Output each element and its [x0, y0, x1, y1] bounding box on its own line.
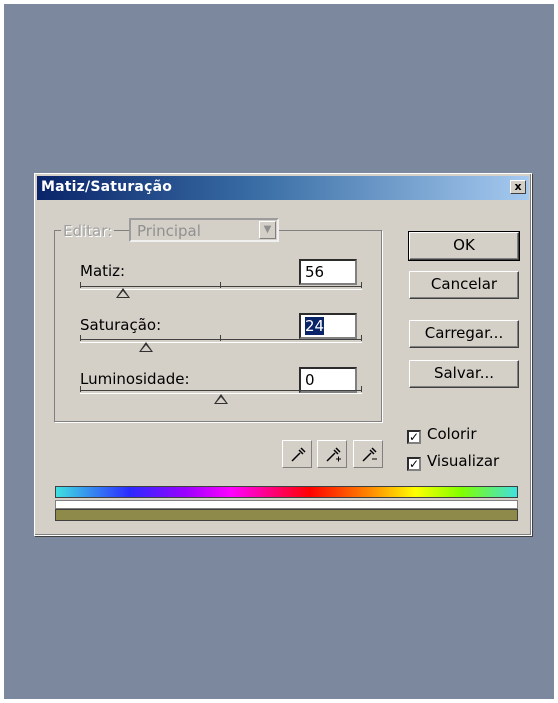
hue-slider-tick [361, 282, 362, 288]
checkmark-icon: ✓ [407, 457, 421, 471]
chevron-down-icon[interactable]: ▼ [259, 221, 276, 239]
lightness-slider-tick [361, 386, 362, 392]
dialog-title: Matiz/Saturação [41, 179, 173, 195]
saturation-slider-tick [361, 335, 362, 341]
save-button[interactable]: Salvar... [409, 360, 519, 388]
preview-checkbox[interactable]: ✓ Visualizar [407, 452, 499, 471]
eyedropper-minus-icon [362, 447, 377, 462]
hue-slider-tick [220, 282, 221, 288]
ramp-separator [55, 500, 518, 509]
saturation-input[interactable]: 24 [299, 313, 357, 339]
saturation-slider-track[interactable] [80, 339, 362, 343]
lightness-slider-tick [80, 386, 81, 392]
title-bar[interactable]: Matiz/Saturação x [37, 176, 529, 200]
ok-button[interactable]: OK [408, 231, 520, 261]
preview-label: Visualizar [427, 452, 500, 470]
saturation-label: Saturação: [80, 316, 162, 334]
hue-saturation-dialog: Matiz/Saturação x Editar: Principal ▼ Ma… [34, 173, 532, 536]
eyedropper-add-button[interactable] [317, 440, 347, 468]
checkmark-icon: ✓ [407, 430, 421, 444]
lightness-label: Luminosidade: [80, 370, 190, 388]
source-color-ramp [55, 486, 518, 498]
edit-label: Editar: [61, 222, 115, 240]
hue-label: Matiz: [80, 262, 126, 280]
colorize-checkbox[interactable]: ✓ Colorir [407, 425, 477, 444]
eyedropper-subtract-button[interactable] [353, 440, 383, 468]
saturation-slider-tick [80, 335, 81, 341]
edit-dropdown-value: Principal [137, 222, 201, 240]
hue-slider-thumb[interactable] [116, 288, 130, 298]
load-button[interactable]: Carregar... [409, 320, 519, 348]
eyedropper-icon [291, 447, 306, 462]
edit-dropdown[interactable]: Principal ▼ [129, 218, 279, 242]
cancel-button[interactable]: Cancelar [409, 271, 519, 299]
hue-input[interactable]: 56 [299, 259, 357, 285]
saturation-input-value: 24 [305, 317, 325, 335]
lightness-slider-thumb[interactable] [214, 394, 228, 404]
saturation-slider-tick [220, 335, 221, 341]
eyedropper-plus-icon [326, 447, 341, 462]
close-button[interactable]: x [510, 180, 526, 194]
hue-slider-tick [80, 282, 81, 288]
result-color-ramp [55, 509, 518, 521]
saturation-slider-thumb[interactable] [139, 342, 153, 352]
colorize-label: Colorir [427, 425, 477, 443]
eyedropper-button[interactable] [282, 440, 312, 468]
